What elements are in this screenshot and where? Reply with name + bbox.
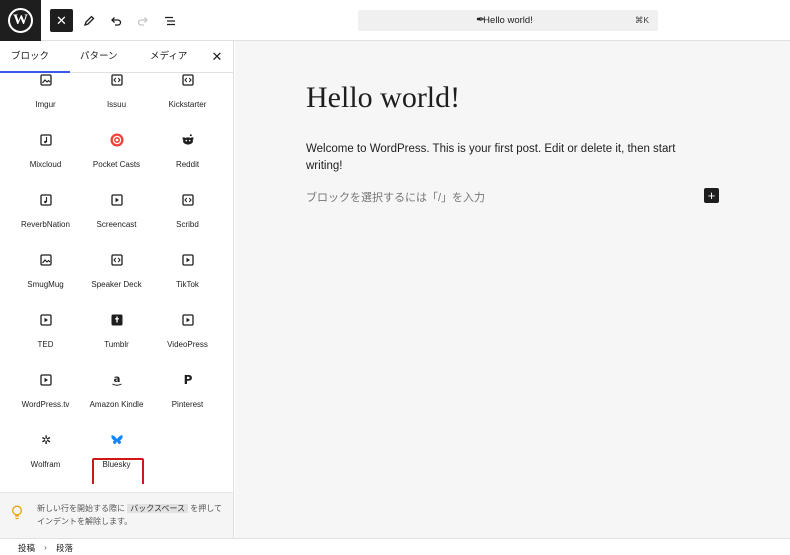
embed-icon — [181, 193, 195, 207]
video-icon — [110, 193, 124, 207]
video-icon — [39, 373, 53, 387]
video-icon — [181, 313, 195, 327]
block-item-label: Kickstarter — [168, 100, 207, 109]
audio-icon — [39, 133, 53, 147]
block-grid: Imgur Issuu Kickstarter Mixcloud Pocket Cast… — [0, 74, 233, 484]
close-panel-icon[interactable]: ✕ — [207, 41, 227, 73]
block-item-wolfram[interactable]: ✲ Wolfram — [10, 433, 81, 484]
tip-text: 新しい行を開始する際に バックスペース を押してインデントを解除します。 — [37, 502, 225, 528]
embed-icon — [110, 253, 124, 267]
close-inserter-button[interactable]: ✕ — [50, 9, 73, 32]
block-item-pinterest[interactable]: P Pinterest — [152, 373, 223, 431]
document-title: Hello world! — [483, 15, 533, 26]
lightbulb-icon — [11, 505, 23, 521]
reddit-icon — [181, 133, 195, 147]
block-item-label: VideoPress — [167, 340, 208, 349]
block-inserter-panel: ブロック パターン メディア ✕ Imgur Issuu Kickstarter Mi… — [0, 41, 234, 538]
post-paragraph[interactable]: Welcome to WordPress. This is your first… — [306, 141, 706, 175]
video-icon — [39, 313, 53, 327]
svg-text:a: a — [114, 374, 121, 385]
block-item-label: TikTok — [176, 280, 199, 289]
tab-blocks[interactable]: ブロック — [0, 41, 70, 73]
block-item-label: Bluesky — [102, 460, 131, 469]
tip-text-before: 新しい行を開始する際に — [37, 504, 125, 513]
tip-key: バックスペース — [127, 504, 189, 513]
undo-icon[interactable] — [104, 9, 127, 32]
block-item-kickstarter[interactable]: Kickstarter — [152, 74, 223, 131]
tab-patterns[interactable]: パターン — [70, 41, 140, 73]
block-item-tiktok[interactable]: TikTok — [152, 253, 223, 311]
document-overview-icon[interactable] — [158, 9, 181, 32]
wordpress-logo-icon: W — [8, 8, 33, 33]
tumblr-icon — [110, 313, 124, 327]
shortcut-hint: ⌘K — [634, 15, 649, 25]
inserter-tabs: ブロック パターン メディア ✕ — [0, 41, 233, 73]
block-item-label: Reddit — [175, 160, 200, 169]
tools-pen-icon[interactable] — [77, 9, 100, 32]
add-block-button[interactable]: + — [704, 188, 719, 203]
embed-icon — [110, 74, 124, 87]
block-item-bluesky[interactable]: Bluesky — [81, 433, 152, 484]
breadcrumb-post[interactable]: 投稿 — [18, 542, 35, 554]
image-icon — [39, 253, 53, 267]
bluesky-icon — [110, 433, 124, 447]
command-palette-bar[interactable]: ✒ Hello world! ⌘K — [358, 10, 658, 31]
svg-text:P: P — [184, 373, 193, 387]
block-item-label: Scribd — [176, 220, 199, 229]
image-icon — [39, 74, 53, 87]
video-icon — [181, 253, 195, 267]
feather-icon: ✒ — [476, 14, 486, 26]
breadcrumb: 投稿 › 段落 — [0, 538, 790, 555]
pocketcasts-icon — [110, 133, 124, 147]
top-toolbar: W ✕ ✒ Hello world! ⌘K — [0, 0, 790, 41]
wolfram-icon: ✲ — [39, 433, 53, 447]
block-placeholder[interactable]: ブロックを選択するには「/」を入力 — [306, 189, 485, 205]
amazon-icon: a — [110, 373, 124, 387]
redo-icon[interactable] — [131, 9, 154, 32]
breadcrumb-paragraph[interactable]: 段落 — [56, 542, 73, 554]
svg-text:✲: ✲ — [41, 433, 51, 447]
block-item-label: Pinterest — [171, 400, 204, 409]
block-item-scribd[interactable]: Scribd — [152, 193, 223, 251]
chevron-right-icon: › — [44, 542, 47, 552]
embed-icon — [181, 74, 195, 87]
pinterest-icon: P — [181, 373, 195, 387]
tab-media[interactable]: メディア — [140, 41, 200, 73]
block-item-reddit[interactable]: Reddit — [152, 133, 223, 191]
editor-canvas[interactable]: Hello world! Welcome to WordPress. This … — [235, 41, 790, 538]
wordpress-logo-button[interactable]: W — [0, 0, 41, 41]
block-item-videopress[interactable]: VideoPress — [152, 313, 223, 371]
post-title[interactable]: Hello world! — [306, 81, 460, 115]
audio-icon — [39, 193, 53, 207]
tip-box: 新しい行を開始する際に バックスペース を押してインデントを解除します。 — [0, 492, 233, 538]
